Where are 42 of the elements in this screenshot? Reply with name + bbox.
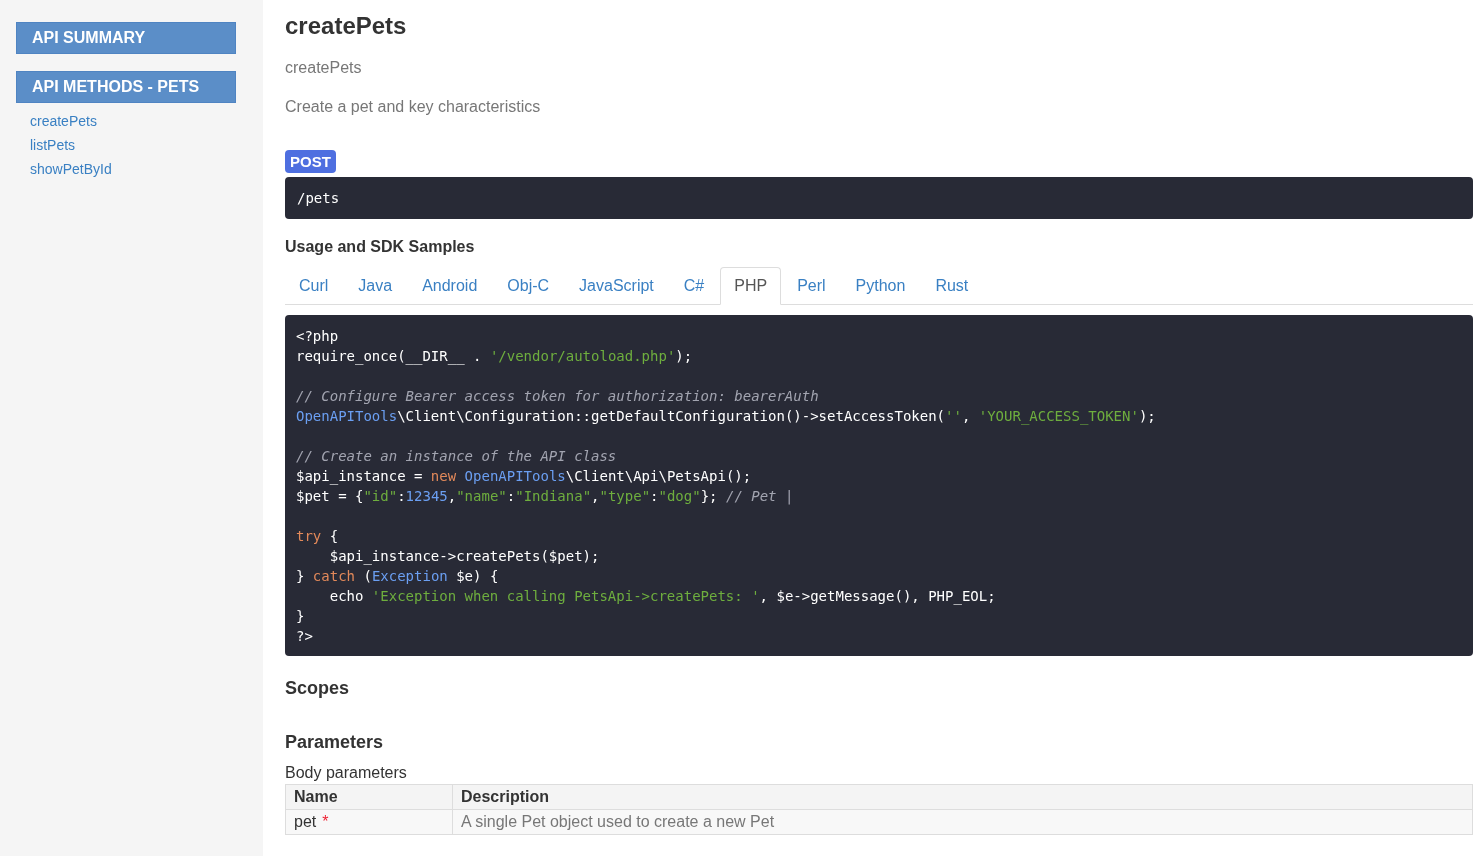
language-tab[interactable]: Curl (285, 267, 343, 305)
section-header[interactable]: API SUMMARY (16, 22, 236, 54)
method-link[interactable]: createPets (16, 109, 97, 133)
code-line: <?php (296, 327, 340, 346)
required-icon: * (322, 813, 329, 830)
code-line: $api_instance = new OpenAPITools\Client\Api\PetsApi(); (296, 467, 753, 486)
language-tab[interactable]: Java (344, 267, 407, 305)
code-line: ?> (296, 627, 314, 646)
code-line: require_once(__DIR__ . '/vendor/autoload.php'); (296, 347, 694, 366)
code-line: $pet = {"id":12345,"name":"Indiana","type":"dog"}; // Pet | (296, 487, 795, 506)
language-tab[interactable]: Obj-C (493, 267, 564, 305)
method-summary: createPets (285, 59, 363, 77)
column-header: Name (285, 784, 453, 810)
section-header[interactable]: API METHODS - PETS (16, 71, 236, 103)
table-cell: A single Pet object used to create a new Pet (452, 809, 1473, 835)
endpoint-path: /pets (297, 190, 340, 206)
method-link[interactable]: showPetById (16, 157, 112, 181)
code-line: // Create an instance of the API class (296, 447, 618, 466)
code-line: OpenAPITools\Client\Configuration::getDefaultConfiguration()->setAccessToken('', 'YOUR_ACCESS_TOKEN'); (296, 407, 1157, 426)
section-heading: Scopes (285, 678, 351, 699)
method-title: createPets (285, 12, 408, 40)
column-header: Description (452, 784, 1473, 810)
code-line: } catch (Exception $e) { (296, 567, 500, 586)
language-tab[interactable]: Rust (921, 267, 983, 305)
http-method-badge: POST (285, 150, 336, 173)
language-tab[interactable]: Python (841, 267, 920, 305)
language-tab[interactable]: Perl (783, 267, 840, 305)
section-heading: Usage and SDK Samples (285, 238, 476, 256)
code-line: } (296, 607, 306, 626)
language-tab[interactable]: Android (408, 267, 492, 305)
language-tab[interactable]: PHP (720, 267, 782, 305)
code-line: try { (296, 527, 340, 546)
code-line: $api_instance->createPets($pet); (328, 547, 601, 566)
subheading: Body parameters (285, 764, 408, 782)
code-line: // Configure Bearer access token for authorization: bearerAuth (296, 387, 820, 406)
section-heading: Parameters (285, 732, 385, 753)
method-description: Create a pet and key characteristics (285, 98, 542, 116)
language-tab[interactable]: JavaScript (565, 267, 668, 305)
method-link[interactable]: listPets (16, 133, 76, 157)
parameter-name: pet (294, 813, 317, 830)
language-tab[interactable]: C# (669, 267, 719, 305)
code-line: echo 'Exception when calling PetsApi->createPets: ', $e->getMessage(), PHP_EOL; (328, 587, 997, 606)
